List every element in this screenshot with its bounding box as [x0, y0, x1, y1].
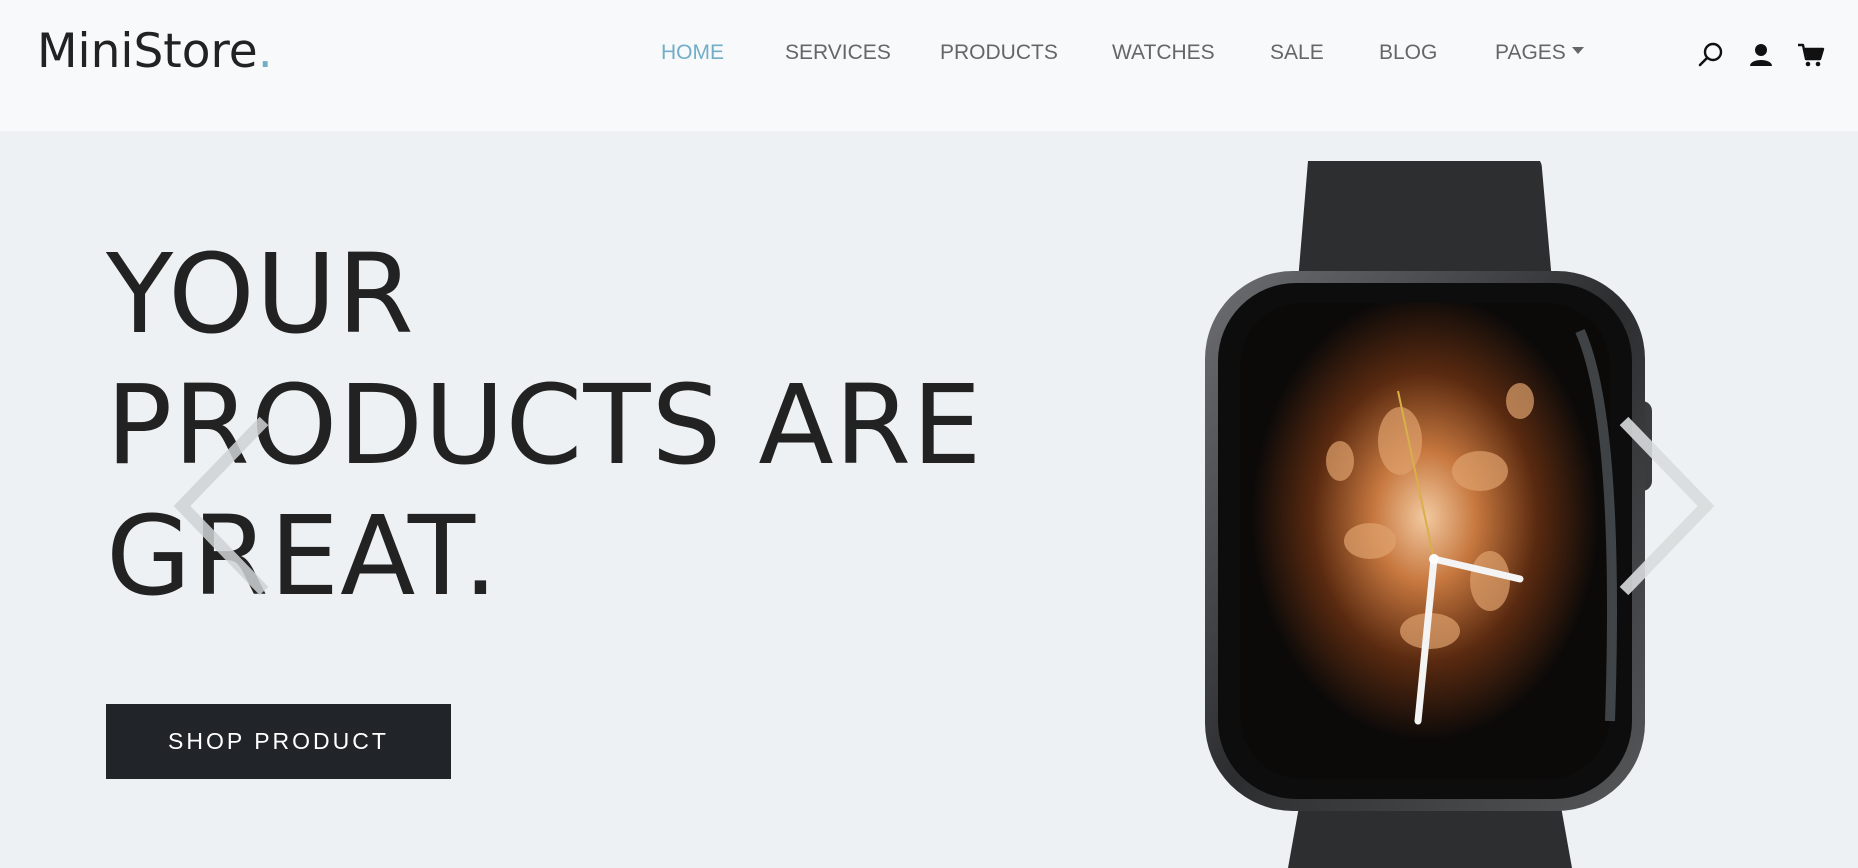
nav-item-sale[interactable]: SALE	[1270, 41, 1324, 65]
nav-item-blog[interactable]: BLOG	[1379, 41, 1437, 65]
brand-logo[interactable]: MiniStore.	[37, 24, 273, 79]
nav-item-services[interactable]: SERVICES	[785, 41, 891, 65]
shop-product-button[interactable]: SHOP PRODUCT	[106, 704, 451, 779]
chevron-right-icon[interactable]	[1610, 411, 1720, 601]
nav-item-products[interactable]: PRODUCTS	[940, 41, 1058, 65]
cart-icon[interactable]	[1797, 41, 1825, 69]
nav-item-pages-label: PAGES	[1495, 41, 1566, 64]
user-icon[interactable]	[1747, 41, 1775, 69]
chevron-left-icon[interactable]	[168, 411, 278, 601]
nav-item-watches[interactable]: WATCHES	[1112, 41, 1215, 65]
search-icon[interactable]	[1697, 41, 1725, 69]
headline-line-1: YOUR	[106, 230, 415, 358]
nav-item-home[interactable]: HOME	[661, 41, 724, 65]
caret-down-icon	[1571, 46, 1584, 54]
site-header: MiniStore. HOME SERVICES PRODUCTS WATCHE…	[0, 0, 1858, 131]
hero-slider: YOUR PRODUCTS ARE GREAT. SHOP PRODUCT	[0, 131, 1858, 868]
nav-item-pages[interactable]: PAGES	[1495, 41, 1584, 65]
